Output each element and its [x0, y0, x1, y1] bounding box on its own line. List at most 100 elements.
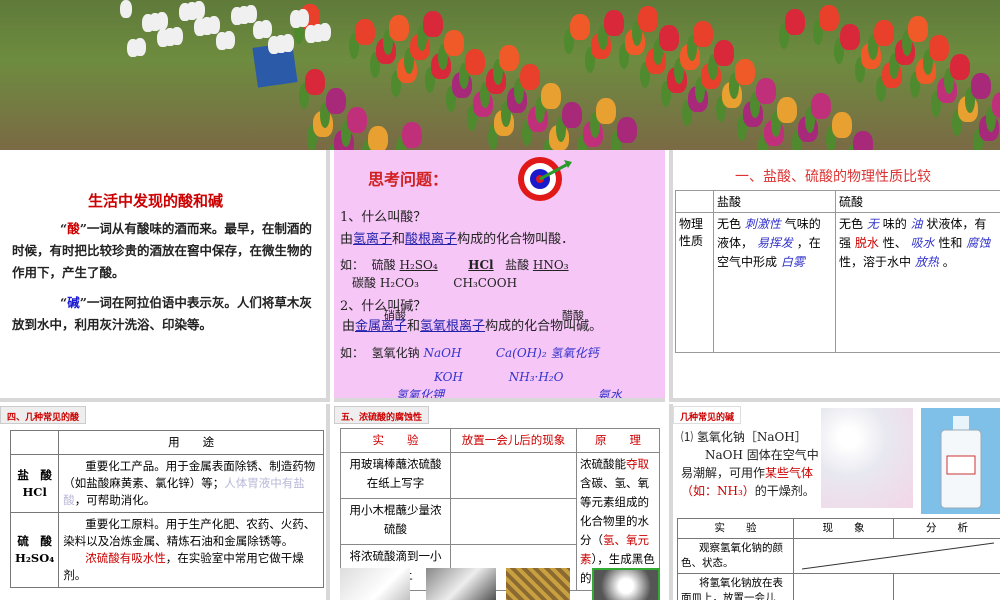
text: 味的 — [882, 217, 907, 231]
handwritten: 白雾 — [780, 255, 805, 269]
tulip-photo — [0, 0, 1000, 150]
example-label: 如： — [340, 346, 365, 360]
text: 的干燥剂。 — [754, 484, 815, 498]
white-flower — [171, 27, 183, 45]
col-principle: 原 理 — [576, 428, 660, 453]
white-flower — [282, 34, 294, 52]
text: 构成的化合物叫酸． — [457, 232, 575, 247]
base-paragraph: “碱”一词在阿拉伯语中表示灰。人们将草木灰放到水中，利用灰汁洗浴、印染等。 — [12, 292, 322, 336]
tulip-flower — [305, 69, 325, 95]
base-examples-row2: KOH NH₃·H₂O — [434, 370, 563, 384]
white-flower — [156, 12, 168, 30]
panel-physical-properties: 一、盐酸、硫酸的物理性质比较 盐酸 硫酸 物理性质 无色 刺激性 气味的液体， … — [669, 150, 1000, 402]
hcl-formula: HCl — [468, 258, 494, 272]
caoh-label: 氢氧化钙 — [550, 346, 599, 360]
tulip-flower — [929, 35, 949, 61]
tulip-flower — [908, 16, 928, 42]
text: 由 — [342, 319, 356, 334]
tulip-flower — [992, 92, 1000, 118]
col-phenomenon: 放置一会儿后的现象 — [450, 428, 577, 453]
tulip-flower — [832, 112, 852, 138]
target-icon — [518, 157, 572, 201]
text: 无色 — [717, 217, 742, 231]
tulip-flower — [326, 88, 346, 114]
handwritten: 脱水 — [854, 236, 879, 250]
tulip-flower — [570, 14, 590, 40]
acid-text: ”一词从有酸味的酒而来。最早，在制酒的时候，有时把比较珍贵的酒放在窖中保存，在微… — [12, 221, 313, 280]
white-flower — [193, 1, 205, 19]
exp-row-1: 用玻璃棒蘸浓硫酸在纸上写字 — [340, 452, 451, 499]
tulip-flower — [785, 9, 805, 35]
acetic-formula: CH₃COOH — [453, 276, 518, 290]
text: ，可帮助消化。 — [74, 493, 156, 507]
text: 浓硫酸能 — [580, 457, 626, 471]
tulip-flower — [596, 98, 616, 124]
h2so4-use: 重要化工原料。用于生产化肥、农药、火药、染料以及冶炼金属、精炼石油和金属除锈等。… — [58, 512, 324, 588]
text: 无色 — [839, 217, 864, 231]
acid-examples-row2: 碳酸 H₂CO₃ CH₃COOH — [352, 274, 517, 291]
tulip-flower — [853, 131, 873, 150]
properties-table: 盐酸 硫酸 物理性质 无色 刺激性 气味的液体， 易挥发 ，在空气中形成 白雾 … — [675, 190, 1000, 353]
hydrogen-ion: 氢离子 — [353, 232, 393, 247]
reagent-bottle-photo — [921, 408, 1000, 514]
photo-paper — [340, 568, 410, 600]
exp-row-2: 用小木棍蘸少量浓硫酸 — [340, 498, 451, 545]
h2so4-properties: 无色 无 味的 油 状液体，有强 脱水 性、 吸水 性和 腐蚀 性，溶于水中 放… — [835, 212, 1000, 353]
tulip-flower — [604, 10, 624, 36]
white-flower — [208, 16, 220, 34]
tulip-flower — [499, 45, 519, 71]
analysis-2 — [893, 573, 1000, 600]
text: 。 — [942, 255, 955, 269]
tulip-flower — [971, 73, 991, 99]
h2so4-formula: H₂SO₄ — [15, 551, 55, 565]
hcl-name-cell: 盐 酸 HCl — [9, 454, 60, 513]
tulip-flower — [562, 102, 582, 128]
hcl-use: 重要化工产品。用于金属表面除锈、制造药物（如盐酸麻黄素、氯化锌）等；人体胃液中有… — [58, 454, 324, 513]
hcl-name: 盐 酸 — [17, 467, 52, 482]
section-label: 几种常见的碱 — [673, 406, 742, 424]
text: 和 — [392, 232, 406, 247]
h2so4-name: 硫 酸 — [17, 534, 52, 548]
hcl-label: 盐酸 — [505, 258, 530, 272]
panel-common-acids: 四、几种常见的酸 用 途 盐 酸 HCl 重要化工产品。用于金属表面除锈、制造药… — [0, 404, 330, 600]
carbonic-label: 碳酸 — [352, 276, 377, 290]
white-flower — [245, 5, 257, 23]
panel-common-bases: 几种常见的碱 ⑴ 氢氧化钠［NaOH］ NaOH 固体在空气中易潮解，可用作某些… — [669, 404, 1000, 600]
photo-burn — [592, 568, 660, 600]
hydroxide-ion: 氢氧根离子 — [420, 319, 486, 334]
col-use: 用 途 — [58, 430, 324, 455]
naoh-description: ⑴ 氢氧化钠［NaOH］ NaOH 固体在空气中易潮解，可用作某些气体（如：NH… — [681, 428, 819, 500]
nh3-formula: NH₃·H₂O — [508, 370, 564, 384]
handwritten: 油 — [910, 217, 923, 231]
base-examples-row1: 如： 氢氧化钠 NaOH Ca(OH)₂ 氢氧化钙 — [340, 344, 598, 361]
handwritten: 无 — [866, 217, 879, 231]
naoh-label: 氢氧化钠 — [371, 346, 420, 360]
phenomenon-2 — [450, 498, 577, 545]
hcl-properties: 无色 刺激性 气味的液体， 易挥发 ，在空气中形成 白雾 — [713, 212, 836, 353]
corner-cell — [675, 190, 714, 213]
row-label: 物理性质 — [675, 212, 714, 353]
tulip-flower — [714, 40, 734, 66]
text: 性和 — [938, 236, 963, 250]
col-experiment: 实 验 — [677, 518, 794, 539]
text: 性，溶于水中 — [839, 255, 912, 269]
text: 构成的化合物叫碱。 — [485, 319, 603, 334]
tulip-flower — [389, 15, 409, 41]
acid-radical: 酸根离子 — [405, 232, 458, 247]
col-hcl: 盐酸 — [713, 190, 836, 213]
text: 由 — [340, 232, 354, 247]
panel-title: 一、盐酸、硫酸的物理性质比较 — [735, 169, 931, 185]
diagonal-cell — [793, 538, 1000, 574]
tulip-flower — [811, 93, 831, 119]
text: 和 — [407, 319, 421, 334]
panel-h2so4-corrosiveness: 五、浓硫酸的腐蚀性 实 验 放置一会儿后的现象 原 理 用玻璃棒蘸浓硫酸在纸上写… — [334, 404, 665, 600]
base-text: ”一词在阿拉伯语中表示灰。人们将草木灰放到水中，利用灰汁洗浴、印染等。 — [12, 295, 312, 332]
naoh-formula: NaOH — [423, 346, 462, 360]
tulip-flower — [638, 6, 658, 32]
text: 性、 — [882, 236, 907, 250]
tulip-flower — [756, 78, 776, 104]
example-label: 如： — [340, 258, 365, 272]
metal-ion: 金属离子 — [355, 319, 408, 334]
hcl-formula: HCl — [22, 484, 47, 499]
tulip-flower — [355, 19, 375, 45]
